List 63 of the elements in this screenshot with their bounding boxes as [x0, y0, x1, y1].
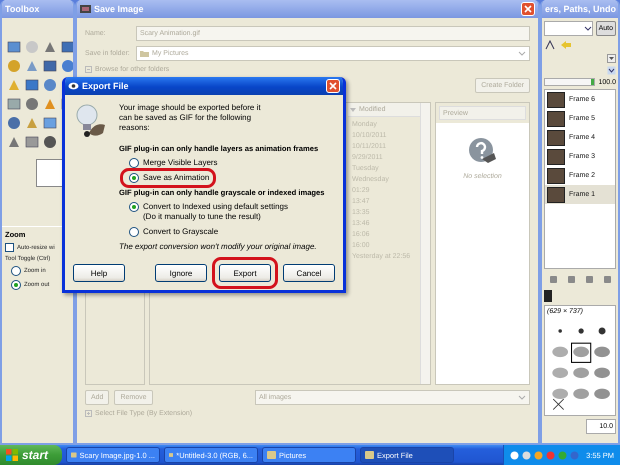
chevron-down-icon [518, 394, 526, 400]
scrollbar[interactable] [420, 103, 430, 384]
close-icon [329, 82, 337, 90]
radio-button[interactable] [129, 202, 139, 212]
tool-icon[interactable] [43, 78, 57, 92]
photo-placeholder [547, 92, 565, 108]
window-title: ers, Paths, Undo [545, 4, 616, 14]
radio-button[interactable] [129, 173, 139, 183]
window-icon [169, 451, 174, 459]
window-icon [71, 451, 77, 459]
app-icon [80, 4, 91, 14]
folder-icon [140, 50, 149, 57]
close-button[interactable] [521, 2, 535, 16]
tool-icon[interactable] [7, 97, 21, 111]
radio-button[interactable] [129, 158, 139, 168]
window-title: Toolbox [5, 4, 40, 14]
photo-placeholder [547, 168, 565, 184]
photo-placeholder [547, 110, 565, 126]
radio-button[interactable] [11, 280, 21, 290]
tool-icon[interactable] [43, 135, 57, 149]
dialog-button[interactable]: Cancel [283, 264, 335, 282]
tool-icon[interactable] [7, 116, 21, 130]
radio-note: (Do it manually to tune the result) [143, 212, 262, 222]
dropdown-icon[interactable] [607, 66, 616, 75]
message-text: Your image should be exported before it can be saved as GIF for the following reasons: [119, 103, 262, 134]
tool-icon[interactable] [25, 135, 39, 149]
radio-label: Save as Animation [143, 173, 210, 183]
tool-icon[interactable] [61, 59, 73, 73]
radio-label: Merge Visible Layers [143, 158, 218, 168]
photo-placeholder [547, 186, 565, 202]
start-button[interactable]: start [0, 445, 62, 465]
window-icon [267, 451, 276, 459]
photo-placeholder [547, 148, 565, 164]
photo-placeholder [547, 130, 565, 146]
tool-icon[interactable] [61, 40, 73, 54]
radio-label: Convert to Indexed using default settings [143, 202, 288, 212]
tool-icon[interactable] [7, 135, 21, 149]
dialog-button[interactable]: Help [73, 264, 125, 282]
tool-icon[interactable] [7, 40, 21, 54]
dialog-button[interactable]: Ignore [155, 264, 207, 282]
tool-icon[interactable] [43, 59, 57, 73]
eye-icon [68, 82, 79, 90]
window-title: Save Image [94, 4, 145, 14]
close-button[interactable] [326, 79, 340, 93]
dialog-button[interactable]: Export [219, 264, 271, 282]
tool-icon[interactable] [43, 116, 57, 130]
chevron-down-icon [518, 50, 526, 56]
footnote-text: The export conversion won't modify your original image. [119, 242, 318, 251]
dropdown-icon[interactable] [607, 54, 616, 63]
tool-icon[interactable] [25, 78, 39, 92]
radio-label: Convert to Grayscale [143, 227, 218, 237]
window-title: Export File [82, 81, 130, 91]
radio-button[interactable] [11, 266, 21, 276]
sort-arrow-icon [350, 108, 356, 112]
chevron-down-icon [584, 26, 592, 32]
tool-icon[interactable] [25, 97, 39, 111]
question-mark-icon [468, 137, 498, 165]
radio-button[interactable] [129, 227, 139, 237]
window-icon [365, 451, 374, 459]
windows-logo-icon [6, 449, 18, 461]
checkbox[interactable] [5, 243, 14, 252]
close-icon [524, 5, 532, 13]
tool-icon[interactable] [43, 40, 57, 54]
